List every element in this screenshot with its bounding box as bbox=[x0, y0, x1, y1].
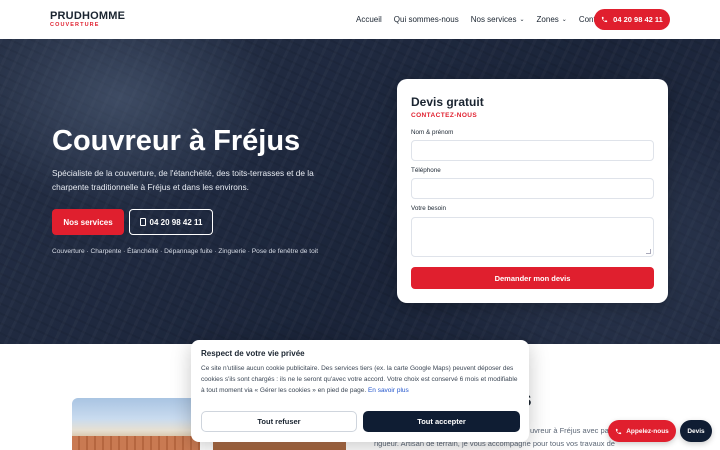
roof-photo bbox=[72, 398, 200, 450]
cookie-body: Ce site n'utilise aucun cookie publicita… bbox=[201, 365, 518, 394]
phone-field[interactable] bbox=[411, 178, 654, 199]
logo-main-text: PRUDHOMME bbox=[50, 10, 126, 22]
refuse-all-button[interactable]: Tout refuser bbox=[201, 411, 357, 432]
quote-form-subtitle: CONTACTEZ-NOUS bbox=[411, 112, 478, 119]
floating-call-label: Appelez-nous bbox=[626, 427, 669, 435]
nav-item-label: Accueil bbox=[356, 15, 382, 24]
hero-section: Couvreur à Fréjus Spécialiste de la couv… bbox=[0, 39, 720, 344]
site-logo[interactable]: PRUDHOMME COUVERTURE bbox=[50, 11, 125, 29]
cookie-learn-more-link[interactable]: En savoir plus bbox=[368, 387, 409, 394]
services-button[interactable]: Nos services bbox=[52, 209, 124, 235]
name-field[interactable] bbox=[411, 140, 654, 161]
header-phone-button[interactable]: 04 20 98 42 11 bbox=[594, 9, 670, 30]
logo-sub-text: COUVERTURE bbox=[50, 22, 100, 28]
site-header: PRUDHOMME COUVERTURE Accueil Qui sommes-… bbox=[0, 0, 720, 39]
floating-devis-button[interactable]: Devis bbox=[680, 420, 712, 442]
name-label: Nom & prénom bbox=[411, 129, 454, 136]
nav-item-accueil[interactable]: Accueil bbox=[356, 15, 382, 24]
roof-tiles bbox=[72, 436, 200, 450]
phone-icon bbox=[139, 218, 146, 226]
quote-form-card: Devis gratuit CONTACTEZ-NOUS Nom & préno… bbox=[397, 79, 668, 303]
quote-form-title: Devis gratuit bbox=[411, 95, 484, 109]
nav-item-nos-services[interactable]: Nos services ⌄ bbox=[471, 15, 525, 24]
phone-label: Téléphone bbox=[411, 167, 441, 174]
main-nav: Accueil Qui sommes-nous Nos services ⌄ Z… bbox=[356, 0, 618, 39]
cookie-banner: Respect de votre vie privée Ce site n'ut… bbox=[191, 340, 529, 442]
submit-quote-button[interactable]: Demander mon devis bbox=[411, 267, 654, 289]
chevron-down-icon: ⌄ bbox=[561, 17, 567, 23]
hero-phone-label: 04 20 98 42 11 bbox=[149, 217, 203, 227]
nav-item-label: Nos services bbox=[470, 15, 517, 24]
hero-description: Spécialiste de la couverture, de l'étanc… bbox=[52, 168, 314, 192]
resize-handle-icon[interactable] bbox=[646, 249, 651, 254]
nav-item-label: Qui sommes-nous bbox=[393, 15, 459, 24]
phone-icon bbox=[602, 16, 608, 23]
need-label: Votre besoin bbox=[411, 205, 447, 212]
phone-icon bbox=[616, 428, 622, 434]
chevron-down-icon: ⌄ bbox=[519, 17, 525, 23]
nav-item-label: Zones bbox=[536, 15, 559, 24]
hero-phone-button[interactable]: 04 20 98 42 11 bbox=[129, 209, 213, 235]
floating-call-button[interactable]: Appelez-nous bbox=[608, 420, 676, 442]
hero-title: Couvreur à Fréjus bbox=[52, 125, 301, 157]
nav-item-qui-sommes-nous[interactable]: Qui sommes-nous bbox=[394, 15, 459, 24]
nav-item-zones[interactable]: Zones ⌄ bbox=[537, 15, 567, 24]
section-text-line: uvreur à Fréjus avec pa bbox=[530, 426, 609, 435]
cookie-text: Ce site n'utilise aucun cookie publicita… bbox=[201, 364, 519, 396]
need-textarea[interactable] bbox=[411, 217, 654, 257]
accept-all-button[interactable]: Tout accepter bbox=[363, 411, 520, 432]
service-tags: Couverture · Charpente · Étanchéité · Dé… bbox=[52, 248, 319, 255]
header-phone-label: 04 20 98 42 11 bbox=[613, 15, 663, 24]
cookie-title: Respect de votre vie privée bbox=[201, 349, 305, 358]
